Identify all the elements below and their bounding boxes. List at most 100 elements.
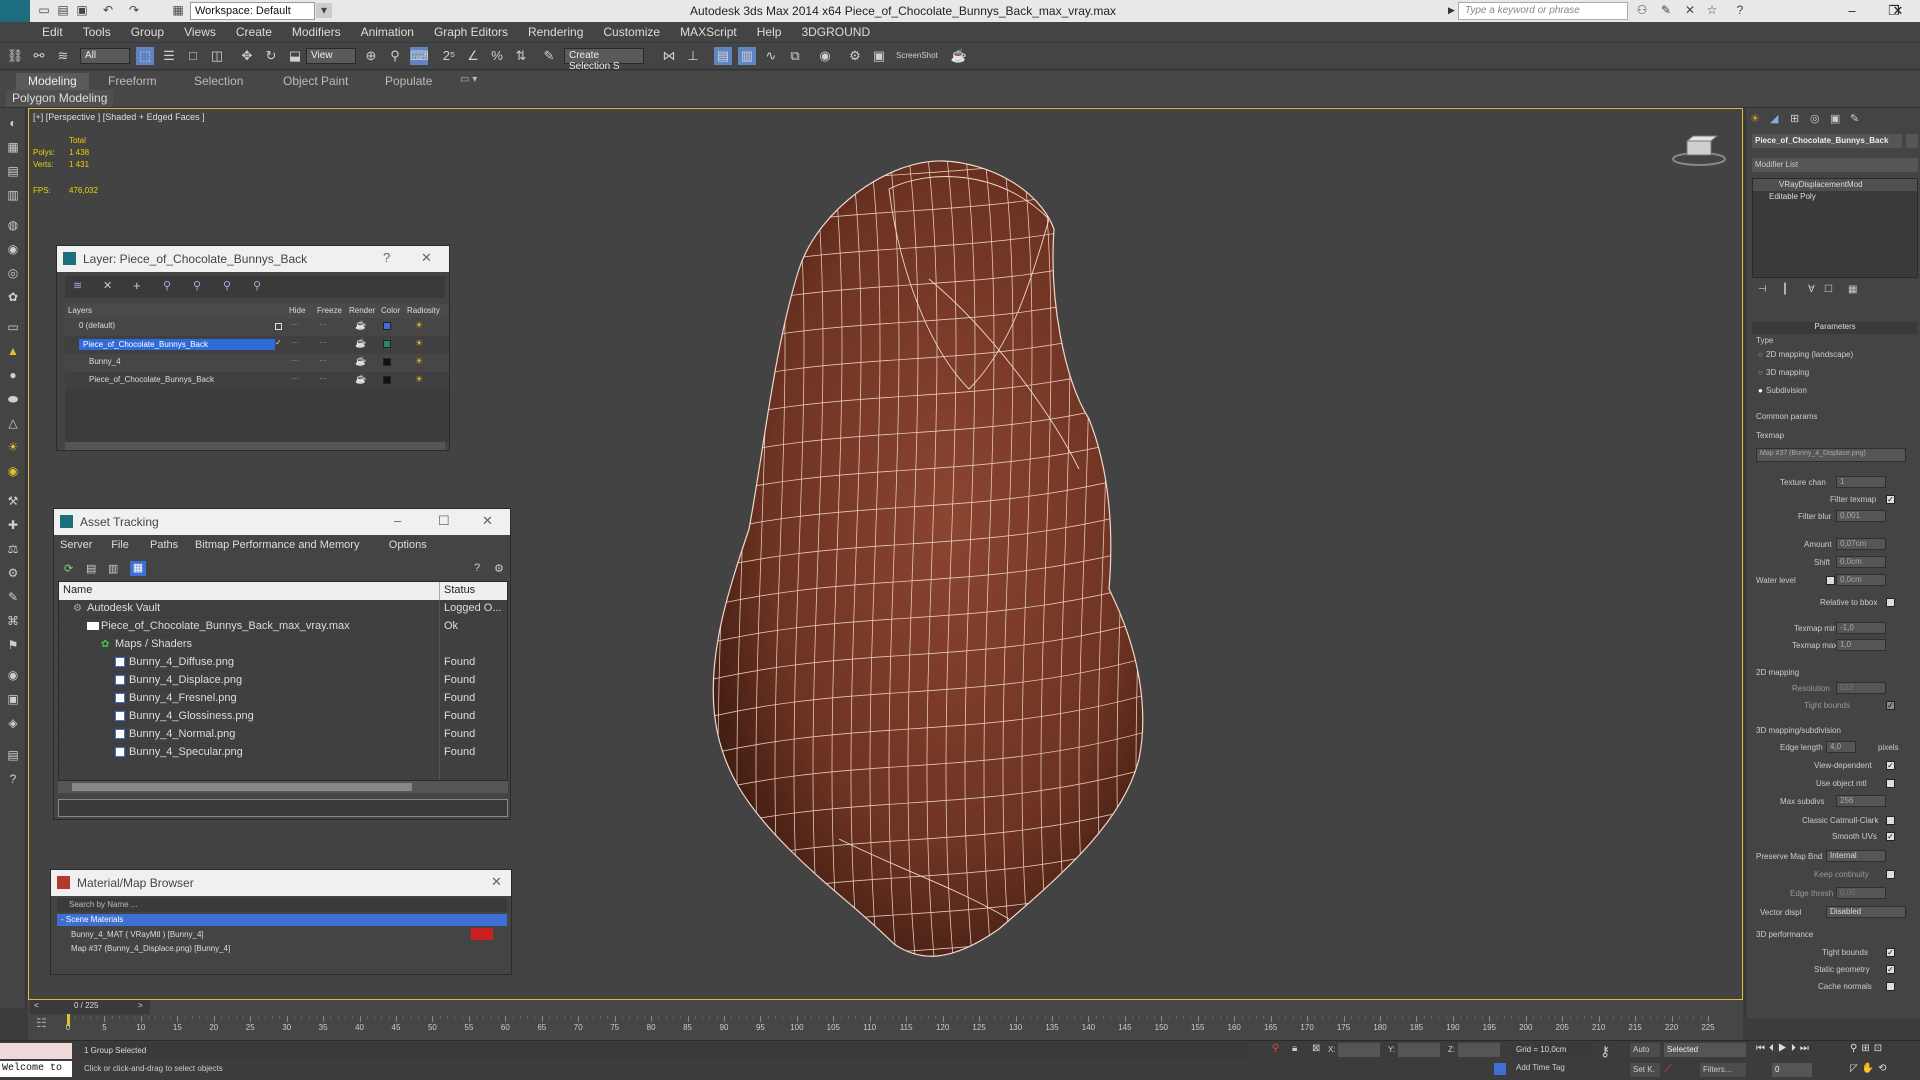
spinner-snap-icon[interactable]: ⇅	[512, 47, 530, 65]
radio-dot-icon[interactable]: ○	[1758, 368, 1763, 377]
menu-rendering[interactable]: Rendering	[518, 22, 593, 42]
layer-color-swatch[interactable]	[383, 322, 391, 330]
toggle-dots-icon[interactable]: ⋯	[319, 374, 327, 383]
preserve-map-bnd-dropdown[interactable]: Internal	[1826, 850, 1886, 862]
smooth-uvs-checkbox[interactable]: ✓	[1886, 832, 1895, 841]
layer-manager-icon[interactable]: ▥	[738, 47, 756, 65]
track-bar-icon[interactable]: ☷	[36, 1016, 47, 1030]
y-coordinate-field[interactable]	[1398, 1043, 1440, 1057]
asset-menu-server[interactable]: Server	[60, 539, 92, 551]
filter-blur-field[interactable]: 0,001	[1836, 510, 1886, 522]
col-render[interactable]: Render	[349, 306, 375, 315]
menu-maxscript[interactable]: MAXScript	[670, 22, 747, 42]
asset-scrollbar[interactable]	[58, 781, 508, 793]
project-folder-icon[interactable]: ▦	[170, 3, 186, 18]
layer-row[interactable]: Piece_of_Chocolate_Bunnys_Back ⋯ ⋯ ☕ ☀	[65, 372, 449, 390]
layer-color-swatch[interactable]	[383, 376, 391, 384]
viewport-label[interactable]: [+] [Perspective ] [Shaded + Edged Faces…	[33, 112, 205, 122]
toggle-dots-icon[interactable]: ⋯	[291, 356, 299, 365]
strip-tool-icon[interactable]: ⚙	[4, 566, 22, 582]
menu-group[interactable]: Group	[121, 22, 174, 42]
absolute-mode-icon[interactable]: ⊠	[1312, 1043, 1320, 1054]
strip-tool-icon[interactable]: ▲	[4, 344, 22, 360]
time-tag-icon[interactable]	[1494, 1063, 1506, 1075]
screenshot-label[interactable]: ScreenShot	[896, 47, 946, 65]
key-filters-button[interactable]: Filters...	[1700, 1063, 1746, 1077]
select-manipulate-icon[interactable]: ⚲	[386, 47, 404, 65]
parameters-rollout[interactable]: Parameters	[1752, 322, 1918, 334]
strip-tool-icon[interactable]: ▥	[4, 188, 22, 204]
stack-item[interactable]: Editable Poly	[1753, 191, 1917, 203]
strip-tool-icon[interactable]: ⚑	[4, 638, 22, 654]
help-icon[interactable]: ?	[1732, 3, 1748, 18]
detail-view-icon[interactable]: ▥	[108, 562, 118, 575]
viewcube-icon[interactable]	[1669, 133, 1729, 169]
classic-catmull-checkbox[interactable]	[1886, 816, 1895, 825]
strip-tool-icon[interactable]: ⚒	[4, 494, 22, 510]
minimize-icon[interactable]: –	[394, 513, 401, 528]
modify-tab-icon[interactable]: ◢	[1770, 112, 1778, 125]
refresh-icon[interactable]: ⟳	[64, 562, 73, 575]
highlight-layer-icon[interactable]: ⚲	[193, 279, 201, 292]
asset-tracking-titlebar[interactable]: Asset Tracking – ☐ ✕	[54, 509, 510, 535]
strip-tool-icon[interactable]: ⚖	[4, 542, 22, 558]
polygon-modeling-label[interactable]: Polygon Modeling	[6, 90, 114, 107]
sun-icon[interactable]: ☀	[4, 440, 22, 456]
align-icon[interactable]: ⊥	[684, 47, 702, 65]
material-editor-icon[interactable]: ◉	[816, 47, 834, 65]
layer-name[interactable]: Piece_of_Chocolate_Bunnys_Back	[89, 375, 214, 384]
menu-graph-editors[interactable]: Graph Editors	[424, 22, 518, 42]
asset-menu-options[interactable]: Options	[389, 539, 427, 551]
display-tab-icon[interactable]: ▣	[1830, 112, 1840, 125]
set-key-button[interactable]: Set K.	[1630, 1063, 1660, 1077]
col-radiosity[interactable]: Radiosity	[407, 306, 440, 315]
help-icon[interactable]: ?	[474, 562, 480, 574]
tight-bounds-checkbox[interactable]: ✓	[1886, 701, 1895, 710]
strip-tool-icon[interactable]: ◈	[4, 716, 22, 732]
select-in-layer-icon[interactable]: ⚲	[163, 279, 171, 292]
texture-chan-field[interactable]: 1	[1836, 476, 1886, 488]
select-by-name-icon[interactable]: ☰	[160, 47, 178, 65]
maximize-icon[interactable]: ☐	[438, 513, 450, 529]
max-subdivs-field[interactable]: 256	[1836, 795, 1886, 807]
rotate-icon[interactable]: ↻	[262, 47, 280, 65]
help-icon[interactable]: ?	[383, 250, 390, 265]
radio-2d-mapping[interactable]: 2D mapping (landscape)	[1766, 350, 1853, 359]
favorites-icon[interactable]: ☆	[1704, 3, 1720, 18]
menu-animation[interactable]: Animation	[351, 22, 424, 42]
strip-tool-icon[interactable]: ▭	[4, 320, 22, 336]
texmap-button[interactable]: Map #37 (Bunny_4_Displace.png)	[1756, 448, 1906, 462]
asset-path-field[interactable]	[58, 799, 508, 817]
time-slider[interactable]: < 0 / 225 >	[30, 1000, 150, 1014]
strip-tool-icon[interactable]: ⬬	[4, 392, 22, 408]
hierarchy-tab-icon[interactable]: ⊞	[1790, 112, 1799, 125]
toggle-dots-icon[interactable]: ⋯	[291, 374, 299, 383]
minimize-button[interactable]: –	[1830, 0, 1874, 22]
mirror-icon[interactable]: ⋈	[660, 47, 678, 65]
settings-icon[interactable]: ⚙	[494, 562, 504, 575]
object-color-swatch[interactable]	[1906, 134, 1918, 148]
remove-modifier-icon[interactable]: ☐	[1824, 284, 1833, 295]
tight-bounds-perf-checkbox[interactable]: ✓	[1886, 948, 1895, 957]
strip-tool-icon[interactable]: ▣	[4, 692, 22, 708]
tools-icon[interactable]: ✎	[1658, 3, 1674, 18]
object-name-field[interactable]: Piece_of_Chocolate_Bunnys_Back	[1752, 134, 1902, 148]
layer-name[interactable]: Piece_of_Chocolate_Bunnys_Back	[79, 339, 275, 350]
strip-tool-icon[interactable]: ◉	[4, 668, 22, 684]
delete-layer-icon[interactable]: ✕	[103, 279, 112, 292]
add-to-layer-icon[interactable]: +	[133, 278, 141, 293]
col-status[interactable]: Status	[444, 584, 475, 596]
resolution-field[interactable]: 512	[1836, 682, 1886, 694]
redo-icon[interactable]: ↷	[126, 3, 142, 18]
layer-row[interactable]: Piece_of_Chocolate_Bunnys_Back ⋯ ⋯ ☕ ☀ ✓	[65, 336, 449, 354]
binoculars-icon[interactable]: ⚇	[1634, 3, 1650, 18]
radio-dot-icon[interactable]: ○	[1758, 350, 1763, 359]
link-icon[interactable]: ⛓	[6, 47, 24, 65]
key-icon[interactable]: ⚷	[1600, 1043, 1610, 1060]
menu-create[interactable]: Create	[226, 22, 282, 42]
strip-tool-icon[interactable]: ▦	[4, 140, 22, 156]
workspace-dropdown[interactable]: Workspace: Default	[190, 2, 315, 20]
unlink-icon[interactable]: ⚯	[30, 47, 48, 65]
maxscript-listener[interactable]	[0, 1043, 72, 1059]
keyboard-shortcut-icon[interactable]: ⌨	[410, 47, 429, 65]
